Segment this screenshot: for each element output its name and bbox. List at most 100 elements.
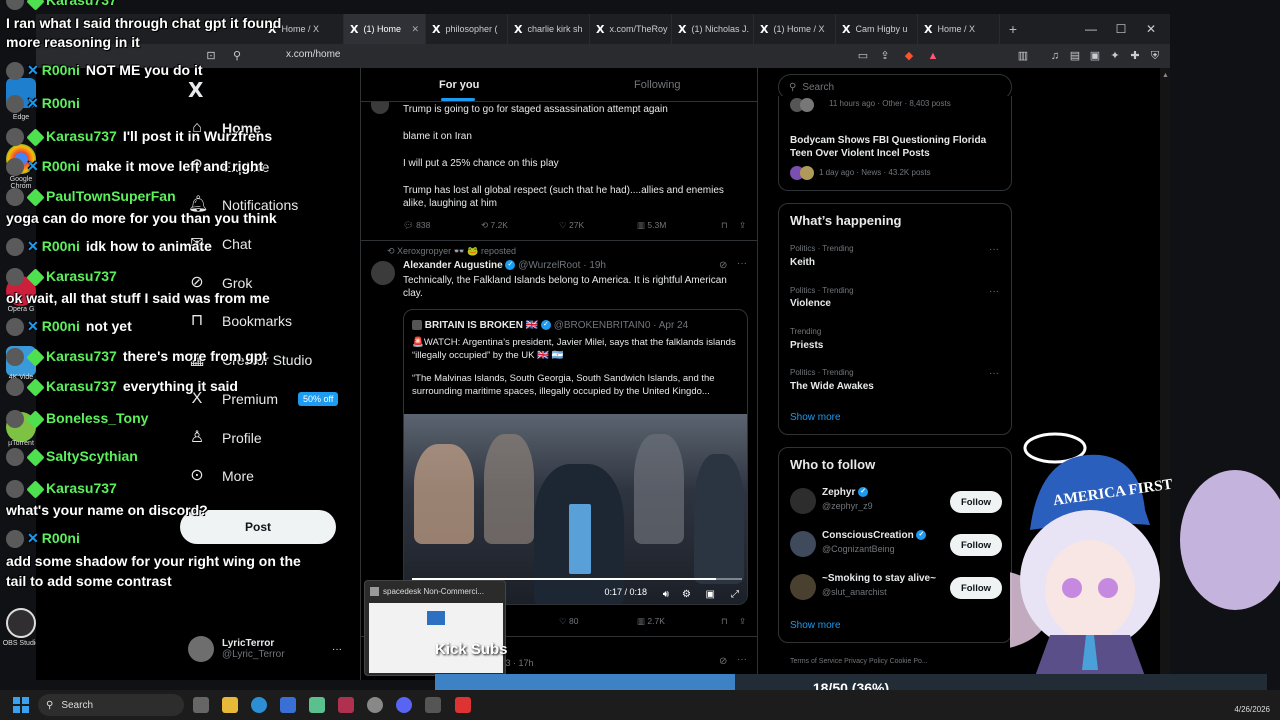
tab-for-you[interactable]: For you bbox=[439, 79, 479, 91]
like-button[interactable]: ♡ 27K bbox=[559, 220, 584, 231]
browser-tab[interactable]: X (1) Home / X bbox=[754, 14, 836, 44]
edge-taskbar-icon[interactable] bbox=[251, 697, 267, 713]
show-more-trends-link[interactable]: Show more bbox=[790, 412, 841, 423]
browser-tab[interactable]: X Cam Higby u bbox=[836, 14, 918, 44]
ai-icon[interactable]: ✦ bbox=[1108, 49, 1122, 63]
fullscreen-icon[interactable]: ⤢ bbox=[731, 589, 739, 600]
wallet-icon[interactable]: ▣ bbox=[1088, 49, 1102, 63]
grok-post-icon[interactable]: ⊘ bbox=[719, 656, 727, 667]
x-home-logo-icon[interactable]: X bbox=[188, 78, 203, 102]
url-field[interactable]: x.com/home bbox=[286, 49, 340, 60]
volume-icon[interactable]: 🔊︎ bbox=[663, 589, 669, 600]
trend-more-icon[interactable]: ··· bbox=[989, 286, 999, 297]
post-more-icon[interactable]: ··· bbox=[737, 258, 747, 269]
share-post-button[interactable]: ⇪ bbox=[739, 220, 746, 231]
obs-taskbar-icon[interactable] bbox=[367, 697, 383, 713]
footer-links[interactable]: Terms of Service Privacy Policy Cookie P… bbox=[790, 658, 928, 665]
follow-suggestion[interactable]: ~Smoking to stay alive~ @slut_anarchist … bbox=[790, 571, 1002, 605]
show-more-follow-link[interactable]: Show more bbox=[790, 620, 841, 631]
grok-post-icon[interactable]: ⊘ bbox=[719, 260, 727, 271]
repost-button[interactable]: ⟲ 7.2K bbox=[481, 220, 508, 231]
scroll-up-icon[interactable]: ▲ bbox=[1162, 72, 1169, 79]
media-icon[interactable]: ♫ bbox=[1048, 49, 1062, 63]
close-tab-icon[interactable]: ✕ bbox=[411, 24, 419, 35]
follow-suggestion[interactable]: Zephyr ✓ @zephyr_z9 Follow bbox=[790, 485, 1002, 519]
discord-icon[interactable] bbox=[396, 697, 412, 713]
x-logo-icon: X bbox=[350, 22, 359, 36]
windows-start-icon[interactable] bbox=[13, 697, 29, 713]
rewards-icon[interactable]: ▲ bbox=[926, 49, 940, 63]
nav-bookmarks[interactable]: ⊓ Bookmarks bbox=[188, 312, 292, 330]
trend-name[interactable]: The Wide Awakes bbox=[790, 381, 874, 392]
post-avatar[interactable] bbox=[371, 102, 389, 114]
quoted-post[interactable]: BRITAIN IS BROKEN 🇬🇧 ✓ @BROKENBRITAIN0 ·… bbox=[403, 309, 748, 605]
share-icon[interactable]: ⇪ bbox=[878, 49, 892, 63]
chat-message-continuation: what's your name on discord? bbox=[6, 502, 208, 518]
views-button[interactable]: ▥ 2.7K bbox=[637, 616, 665, 627]
app-icon[interactable] bbox=[309, 697, 325, 713]
account-more-icon[interactable]: ··· bbox=[332, 644, 342, 655]
follow-button[interactable]: Follow bbox=[950, 491, 1002, 513]
site-info-icon[interactable]: ⚲ bbox=[230, 49, 244, 63]
obs-desktop-icon[interactable] bbox=[6, 608, 36, 638]
chat-avatar bbox=[6, 62, 24, 81]
app-icon[interactable] bbox=[455, 697, 471, 713]
split-view-icon[interactable]: ▤ bbox=[1068, 49, 1082, 63]
browser-tab-active[interactable]: X (1) Home ✕ bbox=[344, 14, 426, 44]
reply-button[interactable]: 💬︎ 838 bbox=[403, 220, 430, 231]
screen-share-icon[interactable]: ▭ bbox=[856, 49, 870, 63]
views-button[interactable]: ▥ 5.3M bbox=[637, 220, 666, 231]
news-title[interactable]: Bodycam Shows FBI Questioning Florida Te… bbox=[790, 134, 1000, 160]
tab-following[interactable]: Following bbox=[634, 79, 680, 91]
store-icon[interactable] bbox=[280, 697, 296, 713]
browser-tab[interactable]: Xcharlie kirk sh bbox=[508, 14, 590, 44]
chat-message: Karasu737 there's more from gpt bbox=[6, 348, 267, 367]
trend-name[interactable]: Keith bbox=[790, 257, 815, 268]
minimize-button[interactable]: — bbox=[1076, 14, 1106, 44]
browser-tab[interactable]: X Home / X bbox=[918, 14, 1000, 44]
chat-avatar bbox=[6, 348, 24, 367]
pip-icon[interactable]: ▣ bbox=[706, 589, 715, 600]
trend-more-icon[interactable]: ··· bbox=[989, 368, 999, 379]
post-avatar[interactable] bbox=[371, 261, 395, 285]
share-post-button[interactable]: ⇪ bbox=[739, 616, 746, 627]
browser-tab[interactable]: Xx.com/TheRoy bbox=[590, 14, 672, 44]
close-window-button[interactable]: ✕ bbox=[1136, 14, 1166, 44]
kick-subs-label: Kick Subs bbox=[435, 641, 508, 658]
bookmark-post-button[interactable]: ⊓ bbox=[721, 220, 728, 231]
brave-taskbar-icon[interactable] bbox=[338, 697, 354, 713]
account-switcher[interactable]: LyricTerror @Lyric_Terror bbox=[188, 636, 285, 662]
trend-category: Politics · Trending bbox=[790, 368, 854, 377]
brave-shield-icon[interactable]: ◆ bbox=[902, 49, 916, 63]
post-more-icon[interactable]: ··· bbox=[737, 654, 747, 665]
like-button[interactable]: ♡ 80 bbox=[559, 616, 578, 627]
task-view-icon[interactable] bbox=[193, 697, 209, 713]
taskbar-preview-popup[interactable]: spacedesk Non-Commerci... bbox=[364, 580, 506, 676]
nav-profile[interactable]: ♙ Profile bbox=[188, 429, 262, 447]
video-player[interactable]: 0:17 / 0:18 🔊︎ ⚙ ▣ ⤢ bbox=[404, 414, 747, 604]
taskbar-search[interactable]: ⚲ Search bbox=[38, 694, 184, 716]
follow-button[interactable]: Follow bbox=[950, 577, 1002, 599]
trend-name[interactable]: Priests bbox=[790, 340, 823, 351]
browser-tab[interactable]: Xphilosopher ( bbox=[426, 14, 508, 44]
suggestion-name: ~Smoking to stay alive~ bbox=[822, 573, 936, 584]
extensions-icon[interactable]: ✚ bbox=[1128, 49, 1142, 63]
x-badge-icon: ✕ bbox=[27, 238, 39, 254]
suggestion-name: Zephyr ✓ bbox=[822, 487, 869, 498]
trend-name[interactable]: Violence bbox=[790, 298, 831, 309]
browser-tab[interactable]: X (1) Nicholas J. bbox=[672, 14, 754, 44]
trend-more-icon[interactable]: ··· bbox=[989, 244, 999, 255]
spacedesk-taskbar-icon[interactable] bbox=[425, 697, 441, 713]
new-tab-button[interactable]: + bbox=[1000, 21, 1026, 37]
bookmark-post-button[interactable]: ⊓ bbox=[721, 616, 728, 627]
sidebar-toggle-icon[interactable]: ▥ bbox=[1016, 49, 1030, 63]
vtuber-avatar: AMERICA FIRST bbox=[1010, 432, 1280, 690]
settings-gear-icon[interactable]: ⚙ bbox=[682, 589, 691, 600]
follow-suggestion[interactable]: ConsciousCreation ✓ @CognizantBeing Foll… bbox=[790, 528, 1002, 562]
maximize-button[interactable]: ☐ bbox=[1106, 14, 1136, 44]
file-explorer-icon[interactable] bbox=[222, 697, 238, 713]
nav-more[interactable]: ⊙ More bbox=[188, 467, 254, 485]
bookmark-icon[interactable]: ⊡ bbox=[204, 49, 218, 63]
post-author-name[interactable]: Alexander Augustine bbox=[403, 260, 503, 271]
follow-button[interactable]: Follow bbox=[950, 534, 1002, 556]
